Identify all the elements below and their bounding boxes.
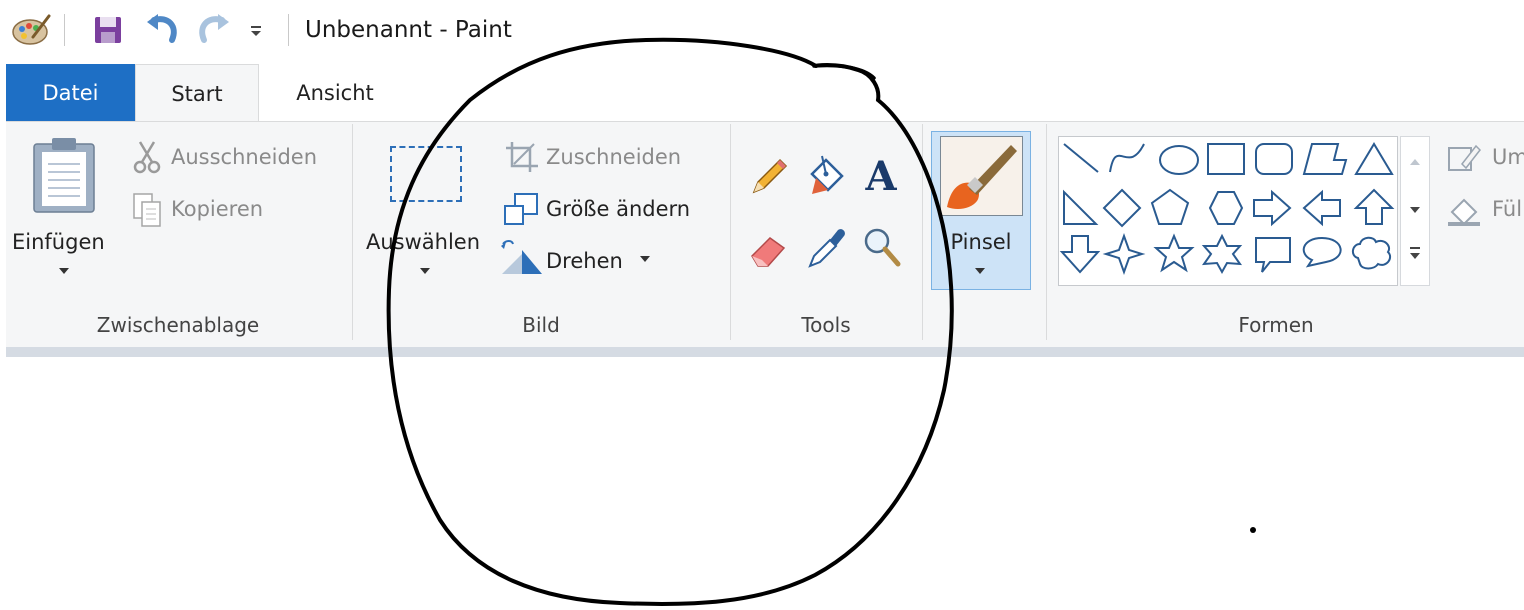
gallery-expand-bar[interactable] bbox=[1410, 247, 1420, 249]
canvas-dot bbox=[1250, 527, 1256, 533]
paste-label[interactable]: Einfügen bbox=[12, 227, 105, 257]
shape-rectangle[interactable] bbox=[1207, 143, 1245, 175]
shape-rounded-rectangle[interactable] bbox=[1255, 143, 1293, 175]
fill-bucket-icon[interactable] bbox=[804, 152, 848, 198]
undo-icon[interactable] bbox=[140, 12, 184, 48]
shape-diamond[interactable] bbox=[1102, 188, 1142, 228]
gallery-scroll-down[interactable] bbox=[1410, 207, 1420, 213]
redo-icon[interactable] bbox=[192, 12, 236, 48]
shape-left-arrow[interactable] bbox=[1302, 189, 1341, 227]
brushes-dropdown-arrow[interactable] bbox=[975, 268, 985, 274]
brushes-label[interactable]: Pinsel bbox=[944, 227, 1018, 257]
shape-six-point-star[interactable] bbox=[1201, 233, 1243, 275]
cut-button[interactable]: Ausschneiden bbox=[171, 142, 317, 172]
customize-qat-icon[interactable] bbox=[244, 12, 268, 48]
ribbon-bottom-border bbox=[6, 347, 1524, 357]
shape-cloud-callout[interactable] bbox=[1352, 236, 1392, 270]
copy-icon bbox=[132, 192, 162, 228]
shape-fill-button[interactable]: Fül bbox=[1492, 194, 1522, 224]
outline-button[interactable]: Um bbox=[1492, 142, 1524, 172]
shape-line[interactable] bbox=[1063, 143, 1099, 173]
shape-up-arrow[interactable] bbox=[1353, 188, 1395, 225]
shape-right-arrow[interactable] bbox=[1253, 189, 1292, 227]
gallery-scroll-up[interactable] bbox=[1410, 159, 1420, 165]
tab-start[interactable]: Start bbox=[135, 64, 259, 123]
ribbon-tabs: Datei Start Ansicht bbox=[0, 64, 1524, 123]
drawing-canvas[interactable] bbox=[0, 357, 1524, 610]
rotate-button[interactable]: Drehen bbox=[546, 246, 623, 276]
shape-pentagon[interactable] bbox=[1150, 188, 1190, 225]
color-picker-icon[interactable] bbox=[804, 224, 848, 270]
select-dropdown-arrow[interactable] bbox=[420, 268, 430, 274]
paste-button[interactable] bbox=[30, 136, 98, 214]
brush-icon bbox=[940, 136, 1023, 216]
shape-oval[interactable] bbox=[1159, 145, 1199, 175]
text-icon[interactable]: A bbox=[860, 156, 902, 198]
scissors-icon bbox=[132, 140, 162, 174]
pencil-icon[interactable] bbox=[748, 156, 790, 198]
group-separator bbox=[922, 124, 923, 340]
crop-button[interactable]: Zuschneiden bbox=[546, 142, 681, 172]
toolbar-separator bbox=[64, 14, 65, 46]
shape-triangle[interactable] bbox=[1354, 142, 1394, 175]
shape-five-point-star[interactable] bbox=[1153, 233, 1195, 273]
copy-button[interactable]: Kopieren bbox=[171, 194, 263, 224]
shape-curve[interactable] bbox=[1109, 143, 1145, 173]
shape-fill-icon bbox=[1446, 192, 1482, 228]
shape-four-point-star[interactable] bbox=[1102, 233, 1146, 275]
rotate-icon bbox=[500, 240, 542, 278]
resize-icon bbox=[502, 192, 540, 228]
shape-right-triangle[interactable] bbox=[1063, 189, 1099, 225]
select-label[interactable]: Auswählen bbox=[366, 227, 480, 257]
shape-down-arrow[interactable] bbox=[1059, 235, 1101, 274]
group-label-image: Bild bbox=[522, 313, 560, 337]
rotate-dropdown-arrow[interactable] bbox=[640, 256, 650, 262]
tab-datei[interactable]: Datei bbox=[6, 64, 135, 122]
crop-icon bbox=[504, 140, 540, 174]
shapes-gallery-scroll bbox=[1400, 136, 1430, 286]
eraser-icon[interactable] bbox=[748, 226, 792, 270]
shape-hexagon[interactable] bbox=[1208, 191, 1244, 225]
group-label-tools: Tools bbox=[801, 313, 851, 337]
save-icon[interactable] bbox=[88, 12, 128, 48]
group-label-shapes: Formen bbox=[1238, 313, 1314, 337]
gallery-expand[interactable] bbox=[1410, 253, 1420, 259]
resize-button[interactable]: Größe ändern bbox=[546, 194, 690, 224]
clipboard-icon bbox=[33, 138, 95, 213]
toolbar-separator bbox=[288, 14, 289, 46]
magnifier-icon[interactable] bbox=[860, 224, 904, 270]
shape-oval-callout[interactable] bbox=[1302, 236, 1342, 268]
outline-icon bbox=[1446, 140, 1482, 176]
shapes-gallery-grid bbox=[1059, 142, 1395, 275]
paste-dropdown-arrow[interactable] bbox=[59, 268, 69, 274]
group-label-clipboard: Zwischenablage bbox=[96, 313, 260, 337]
title-bar: Unbenannt - Paint bbox=[0, 0, 1524, 60]
window-title: Unbenannt - Paint bbox=[305, 17, 512, 43]
shape-rect-callout[interactable] bbox=[1255, 237, 1291, 273]
select-icon[interactable] bbox=[390, 146, 462, 202]
shape-polygon[interactable] bbox=[1302, 143, 1348, 175]
tab-ansicht[interactable]: Ansicht bbox=[265, 64, 405, 122]
paint-palette-icon[interactable] bbox=[8, 12, 54, 48]
